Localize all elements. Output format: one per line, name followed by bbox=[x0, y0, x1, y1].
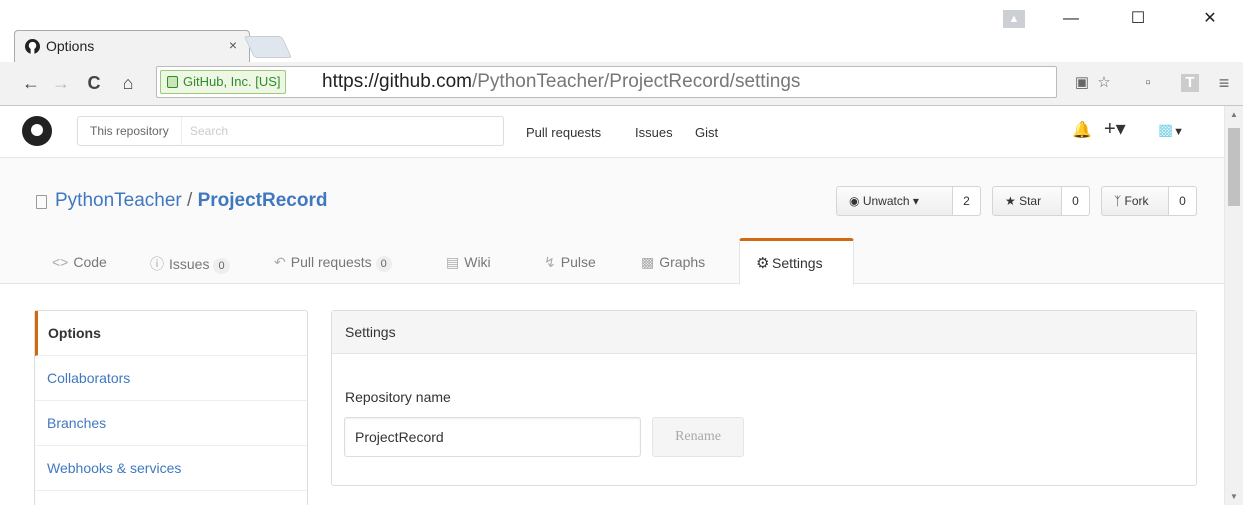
sidebar-item-collaborators[interactable]: Collaborators bbox=[35, 356, 307, 401]
ev-certificate-badge[interactable]: GitHub, Inc. [US] bbox=[160, 70, 286, 94]
fork-label: Fork bbox=[1124, 194, 1149, 208]
tab-pull-requests-label: Pull requests bbox=[290, 254, 372, 270]
fork-button[interactable]: ᛉ Fork 0 bbox=[1101, 186, 1197, 216]
repo-name-link[interactable]: ProjectRecord bbox=[198, 190, 328, 211]
nav-gist[interactable]: Gist bbox=[695, 125, 718, 140]
url-host: github.com bbox=[379, 71, 472, 92]
github-header: This repository Pull requests Issues Gis… bbox=[0, 106, 1224, 158]
settings-panel: Settings Repository name Rename bbox=[331, 310, 1197, 486]
avatar[interactable]: ▩▼ bbox=[1158, 120, 1184, 140]
issue-icon: ⓘ bbox=[150, 256, 164, 272]
settings-panel-title: Settings bbox=[332, 311, 1196, 354]
maximize-button[interactable]: ☐ bbox=[1116, 0, 1160, 42]
pulse-icon: ↯ bbox=[544, 254, 556, 270]
unwatch-label-wrap: ◉ Unwatch ▾ bbox=[837, 187, 919, 215]
plus-icon[interactable]: +▾ bbox=[1104, 116, 1126, 141]
translate-icon[interactable]: ▣ bbox=[1072, 72, 1092, 94]
star-label-wrap: ★ Star bbox=[993, 187, 1041, 215]
forks-count[interactable]: 0 bbox=[1168, 187, 1196, 215]
fork-label-wrap: ᛉ Fork bbox=[1102, 187, 1149, 215]
tab-settings-label: Settings bbox=[772, 255, 823, 271]
nav-issues[interactable]: Issues bbox=[635, 125, 673, 140]
repo-owner-link[interactable]: PythonTeacher bbox=[55, 190, 182, 211]
watchers-count[interactable]: 2 bbox=[952, 187, 980, 215]
browser-window: Options × ▲ — ☐ ✕ ← → C ⌂ GitHub, Inc. [… bbox=[0, 0, 1243, 505]
url-text: https://github.com/PythonTeacher/Project… bbox=[322, 71, 800, 93]
search-input[interactable] bbox=[190, 120, 490, 142]
star-button[interactable]: ★ Star 0 bbox=[992, 186, 1090, 216]
star-icon: ★ bbox=[1005, 194, 1020, 208]
search-box[interactable]: This repository bbox=[77, 116, 504, 146]
repo-header: PythonTeacher / ProjectRecord ◉ Unwatch … bbox=[0, 158, 1224, 285]
github-icon bbox=[25, 39, 40, 54]
tab-graphs[interactable]: ▩ Graphs bbox=[641, 254, 705, 271]
bell-icon[interactable]: 🔔 bbox=[1072, 120, 1092, 140]
search-scope-label: This repository bbox=[78, 117, 182, 145]
tab-pull-requests[interactable]: ↶ Pull requests 0 bbox=[274, 254, 392, 272]
fork-icon: ᛉ bbox=[1114, 194, 1125, 208]
new-tab-button[interactable] bbox=[243, 36, 293, 58]
eye-icon: ◉ bbox=[849, 194, 863, 208]
issues-count: 0 bbox=[213, 258, 230, 274]
reload-icon[interactable]: C bbox=[83, 70, 105, 96]
nav-pull-requests[interactable]: Pull requests bbox=[526, 125, 601, 140]
extension-icon[interactable]: ▫ bbox=[1138, 72, 1158, 94]
browser-tab[interactable]: Options × bbox=[14, 30, 250, 63]
repository-name-label: Repository name bbox=[345, 389, 451, 405]
settings-sidebar: Options Collaborators Branches Webhooks … bbox=[34, 310, 308, 505]
tab-code-label: Code bbox=[73, 254, 107, 270]
star-label: Star bbox=[1019, 194, 1042, 208]
scroll-up-icon[interactable]: ▲ bbox=[1230, 110, 1238, 119]
repo-separator: / bbox=[187, 190, 193, 211]
sidebar-item-options[interactable]: Options bbox=[35, 311, 307, 356]
unwatch-label: Unwatch ▾ bbox=[862, 194, 919, 208]
github-logo-icon[interactable] bbox=[22, 116, 52, 146]
tab-issues-label: Issues bbox=[169, 256, 210, 272]
tab-close-icon[interactable]: × bbox=[229, 37, 237, 53]
forward-icon[interactable]: → bbox=[50, 70, 72, 96]
user-profile-icon[interactable]: ▲ bbox=[1003, 10, 1025, 28]
close-window-button[interactable]: ✕ bbox=[1188, 0, 1232, 42]
back-icon[interactable]: ← bbox=[20, 70, 42, 96]
tab-graphs-label: Graphs bbox=[659, 254, 706, 270]
tab-wiki-label: Wiki bbox=[464, 254, 491, 270]
tab-pulse-label: Pulse bbox=[560, 254, 596, 270]
tab-code[interactable]: <> Code bbox=[52, 254, 107, 270]
unwatch-button[interactable]: ◉ Unwatch ▾ 2 bbox=[836, 186, 981, 216]
sidebar-item-branches[interactable]: Branches bbox=[35, 401, 307, 446]
scroll-down-icon[interactable]: ▼ bbox=[1230, 492, 1238, 501]
title-bar: Options × ▲ — ☐ ✕ bbox=[0, 0, 1243, 63]
home-icon[interactable]: ⌂ bbox=[117, 70, 139, 96]
extension-t-icon[interactable]: T bbox=[1181, 74, 1199, 92]
gear-icon: ⚙ bbox=[756, 255, 770, 272]
repo-title: PythonTeacher / ProjectRecord bbox=[55, 190, 327, 212]
tab-settings[interactable]: ⚙ Settings bbox=[739, 238, 854, 285]
ev-certificate-label: GitHub, Inc. [US] bbox=[183, 74, 281, 89]
tab-wiki[interactable]: ▤ Wiki bbox=[446, 254, 491, 271]
menu-icon[interactable]: ≡ bbox=[1214, 72, 1234, 94]
url-path: /PythonTeacher/ProjectRecord/settings bbox=[471, 71, 801, 92]
vertical-scrollbar[interactable]: ▲ ▼ bbox=[1224, 106, 1243, 505]
address-bar[interactable]: GitHub, Inc. [US] https://github.com/Pyt… bbox=[156, 66, 1057, 98]
tab-issues[interactable]: ⓘ Issues 0 bbox=[150, 254, 230, 274]
rename-button[interactable]: Rename bbox=[652, 417, 744, 457]
code-icon: <> bbox=[52, 254, 69, 270]
graph-icon: ▩ bbox=[641, 254, 655, 270]
scrollbar-thumb[interactable] bbox=[1228, 128, 1240, 206]
sidebar-item-webhooks[interactable]: Webhooks & services bbox=[35, 446, 307, 491]
repo-icon bbox=[36, 195, 47, 209]
lock-icon bbox=[167, 76, 178, 88]
tab-title: Options bbox=[46, 38, 95, 54]
browser-toolbar: ← → C ⌂ GitHub, Inc. [US] https://github… bbox=[0, 62, 1243, 106]
url-scheme: https:// bbox=[322, 71, 380, 92]
pull-requests-count: 0 bbox=[375, 256, 392, 272]
stars-count[interactable]: 0 bbox=[1061, 187, 1089, 215]
bookmark-star-icon[interactable]: ☆ bbox=[1094, 72, 1114, 94]
minimize-button[interactable]: — bbox=[1049, 0, 1093, 42]
repository-name-input[interactable] bbox=[344, 417, 641, 457]
pull-request-icon: ↶ bbox=[274, 254, 286, 270]
book-icon: ▤ bbox=[446, 254, 460, 270]
tab-pulse[interactable]: ↯ Pulse bbox=[544, 254, 596, 271]
